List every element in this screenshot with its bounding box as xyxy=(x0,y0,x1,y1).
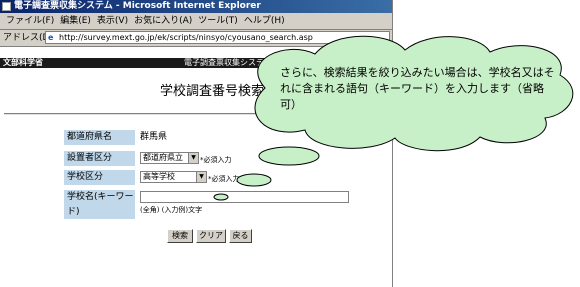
callout-tail-2 xyxy=(236,173,272,187)
callout-tail-3 xyxy=(213,193,229,201)
callout-bubble xyxy=(213,35,574,201)
callout-text: さらに、検索結果を絞り込みたい場合は、学校名又はそれに含まれる語句（キーワード）… xyxy=(280,66,555,111)
callout-tail-1 xyxy=(258,146,320,166)
